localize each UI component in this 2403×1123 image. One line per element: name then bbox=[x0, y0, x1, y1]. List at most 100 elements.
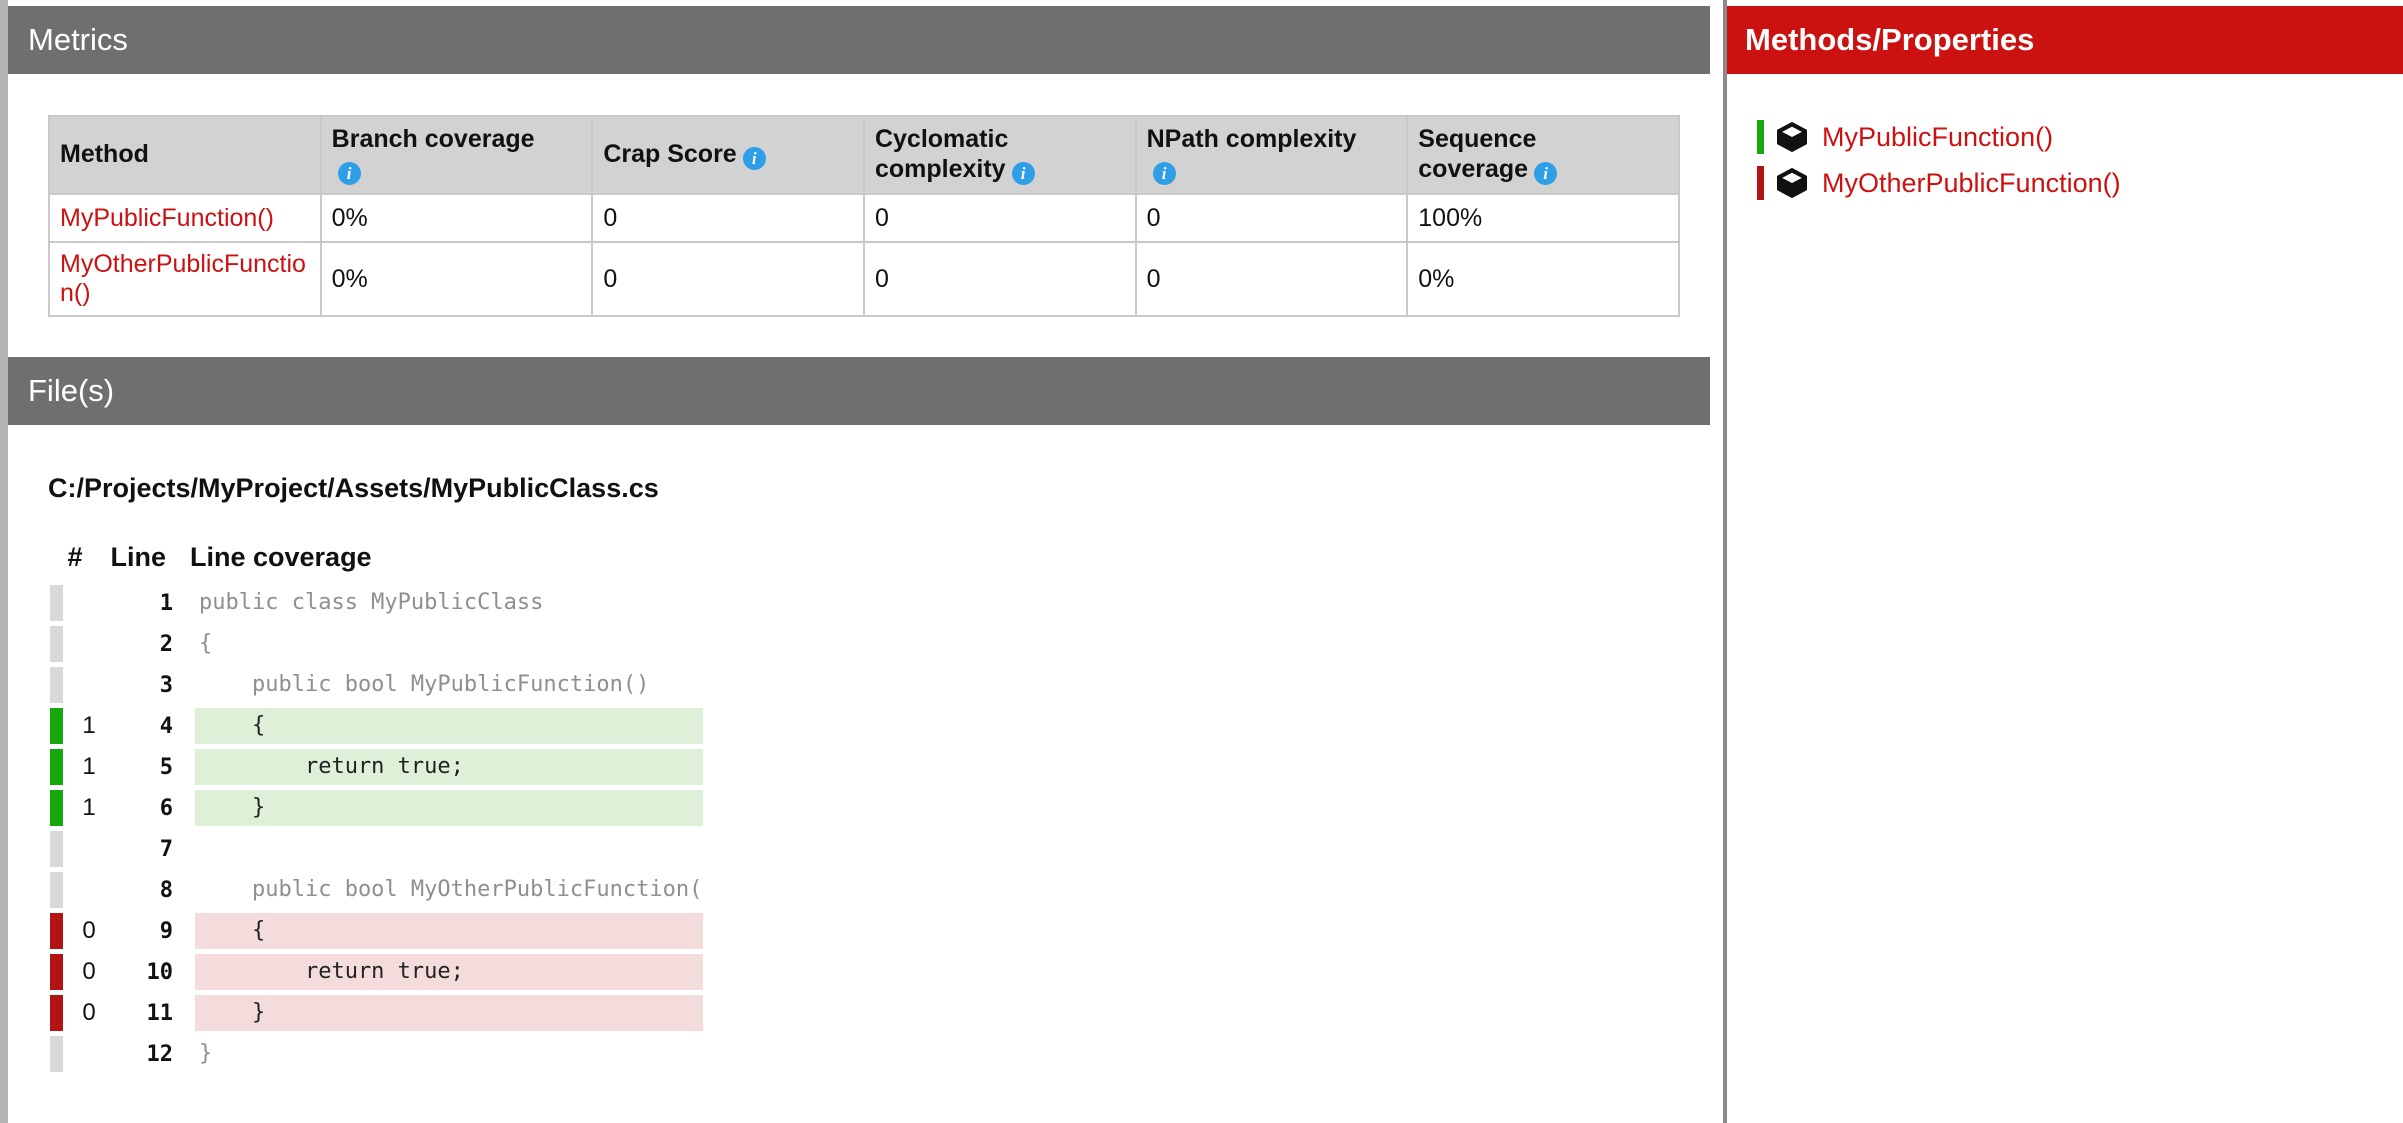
metrics-table-row: MyPublicFunction()0%000100% bbox=[49, 194, 1679, 242]
line-number: 7 bbox=[115, 837, 173, 862]
metrics-table: MethodBranch coverageiCrap ScoreiCycloma… bbox=[48, 115, 1680, 317]
line-number: 11 bbox=[115, 1001, 173, 1026]
line-number: 9 bbox=[115, 919, 173, 944]
metrics-column-header: Method bbox=[49, 116, 321, 194]
info-icon[interactable]: i bbox=[743, 147, 766, 170]
code-line-row: 15 return true; bbox=[50, 749, 1710, 785]
method-name-cell: MyOtherPublicFunction() bbox=[49, 242, 321, 316]
code-text bbox=[195, 831, 703, 867]
metrics-column-label: Branch coverage bbox=[332, 125, 535, 153]
code-text: } bbox=[195, 995, 703, 1031]
line-number: 10 bbox=[115, 960, 173, 985]
metric-value-cell: 0 bbox=[1136, 194, 1408, 242]
cube-icon bbox=[1777, 168, 1807, 198]
method-name-cell: MyPublicFunction() bbox=[49, 194, 321, 242]
code-line-row: 09 { bbox=[50, 913, 1710, 949]
metric-value-cell: 0% bbox=[1407, 242, 1679, 316]
hit-count: 0 bbox=[63, 917, 115, 945]
metric-value-cell: 0 bbox=[592, 242, 864, 316]
metrics-column-header: NPath complexity i bbox=[1136, 116, 1408, 194]
code-text: { bbox=[195, 913, 703, 949]
metrics-section-header: Metrics bbox=[8, 6, 1710, 74]
method-nav-label: MyOtherPublicFunction() bbox=[1822, 168, 2121, 199]
line-number: 8 bbox=[115, 878, 173, 903]
method-link[interactable]: MyOtherPublicFunction() bbox=[60, 250, 306, 307]
code-text: return true; bbox=[195, 954, 703, 990]
method-nav-item[interactable]: MyOtherPublicFunction() bbox=[1727, 160, 2403, 206]
metrics-column-label: Cyclomatic complexity bbox=[875, 125, 1008, 183]
info-icon[interactable]: i bbox=[338, 162, 361, 185]
line-number: 1 bbox=[115, 591, 173, 616]
method-status-bar bbox=[1757, 120, 1764, 154]
code-text: public class MyPublicClass bbox=[195, 585, 703, 621]
metrics-column-header: Sequence coveragei bbox=[1407, 116, 1679, 194]
files-section-header: File(s) bbox=[8, 357, 1710, 425]
line-column-header: Line bbox=[100, 542, 166, 573]
methods-sidebar-header: Methods/Properties bbox=[1727, 6, 2403, 74]
metrics-column-header: Crap Score i bbox=[592, 116, 864, 194]
hit-count: 0 bbox=[63, 999, 115, 1027]
line-number: 2 bbox=[115, 632, 173, 657]
line-coverage-table-header: # Line Line coverage bbox=[8, 542, 1710, 573]
metrics-table-row: MyOtherPublicFunction()0%0000% bbox=[49, 242, 1679, 316]
method-nav-item[interactable]: MyPublicFunction() bbox=[1727, 114, 2403, 160]
line-number: 12 bbox=[115, 1042, 173, 1067]
coverage-indicator-bar bbox=[50, 790, 63, 826]
code-line-row: 3 public bool MyPublicFunction() bbox=[50, 667, 1710, 703]
metric-value-cell: 0 bbox=[1136, 242, 1408, 316]
hit-count: 1 bbox=[63, 794, 115, 822]
metrics-column-label: Sequence coverage bbox=[1418, 125, 1536, 183]
metric-value-cell: 0 bbox=[592, 194, 864, 242]
method-nav-label: MyPublicFunction() bbox=[1822, 122, 2053, 153]
line-number: 5 bbox=[115, 755, 173, 780]
code-line-row: 2{ bbox=[50, 626, 1710, 662]
metrics-column-header: Cyclomatic complexityi bbox=[864, 116, 1136, 194]
coverage-indicator-bar bbox=[50, 667, 63, 703]
code-line-row: 8 public bool MyOtherPublicFunction() bbox=[50, 872, 1710, 908]
code-text: public bool MyOtherPublicFunction() bbox=[195, 872, 703, 908]
coverage-indicator-bar bbox=[50, 913, 63, 949]
source-code-listing: 1public class MyPublicClass2{3 public bo… bbox=[8, 585, 1710, 1072]
code-text: { bbox=[195, 708, 703, 744]
metric-value-cell: 0 bbox=[864, 194, 1136, 242]
line-number: 4 bbox=[115, 714, 173, 739]
cube-icon bbox=[1777, 122, 1807, 152]
method-link[interactable]: MyPublicFunction() bbox=[60, 204, 274, 232]
code-text: } bbox=[195, 1036, 703, 1072]
info-icon[interactable]: i bbox=[1153, 162, 1176, 185]
coverage-indicator-bar bbox=[50, 585, 63, 621]
file-path: C:/Projects/MyProject/Assets/MyPublicCla… bbox=[48, 473, 1710, 504]
code-line-row: 010 return true; bbox=[50, 954, 1710, 990]
coverage-indicator-bar bbox=[50, 708, 63, 744]
code-text: return true; bbox=[195, 749, 703, 785]
coverage-indicator-bar bbox=[50, 872, 63, 908]
line-number: 3 bbox=[115, 673, 173, 698]
metrics-column-header: Branch coverage i bbox=[321, 116, 593, 194]
method-status-bar bbox=[1757, 166, 1764, 200]
hit-count: 0 bbox=[63, 958, 115, 986]
metric-value-cell: 0% bbox=[321, 194, 593, 242]
code-text: } bbox=[195, 790, 703, 826]
code-line-row: 12} bbox=[50, 1036, 1710, 1072]
code-line-row: 14 { bbox=[50, 708, 1710, 744]
metrics-column-label: NPath complexity bbox=[1147, 125, 1357, 153]
line-number: 6 bbox=[115, 796, 173, 821]
hit-count: 1 bbox=[63, 753, 115, 781]
code-line-row: 1 public class MyPublicClass bbox=[50, 585, 1710, 621]
code-line-row: 16 } bbox=[50, 790, 1710, 826]
hits-column-header: # bbox=[50, 542, 100, 573]
metric-value-cell: 100% bbox=[1407, 194, 1679, 242]
methods-sidebar: Methods/Properties MyPublicFunction() MyO… bbox=[1723, 0, 2403, 1123]
line-coverage-column-header: Line coverage bbox=[190, 542, 372, 573]
hit-count: 1 bbox=[63, 712, 115, 740]
info-icon[interactable]: i bbox=[1012, 162, 1035, 185]
main-content: Metrics MethodBranch coverageiCrap Score… bbox=[8, 0, 1710, 1077]
code-line-row: 011 } bbox=[50, 995, 1710, 1031]
metric-value-cell: 0 bbox=[864, 242, 1136, 316]
metrics-column-label: Crap Score bbox=[603, 140, 736, 168]
metric-value-cell: 0% bbox=[321, 242, 593, 316]
code-line-row: 7 bbox=[50, 831, 1710, 867]
metrics-column-label: Method bbox=[60, 140, 149, 168]
info-icon[interactable]: i bbox=[1534, 162, 1557, 185]
code-text: public bool MyPublicFunction() bbox=[195, 667, 703, 703]
